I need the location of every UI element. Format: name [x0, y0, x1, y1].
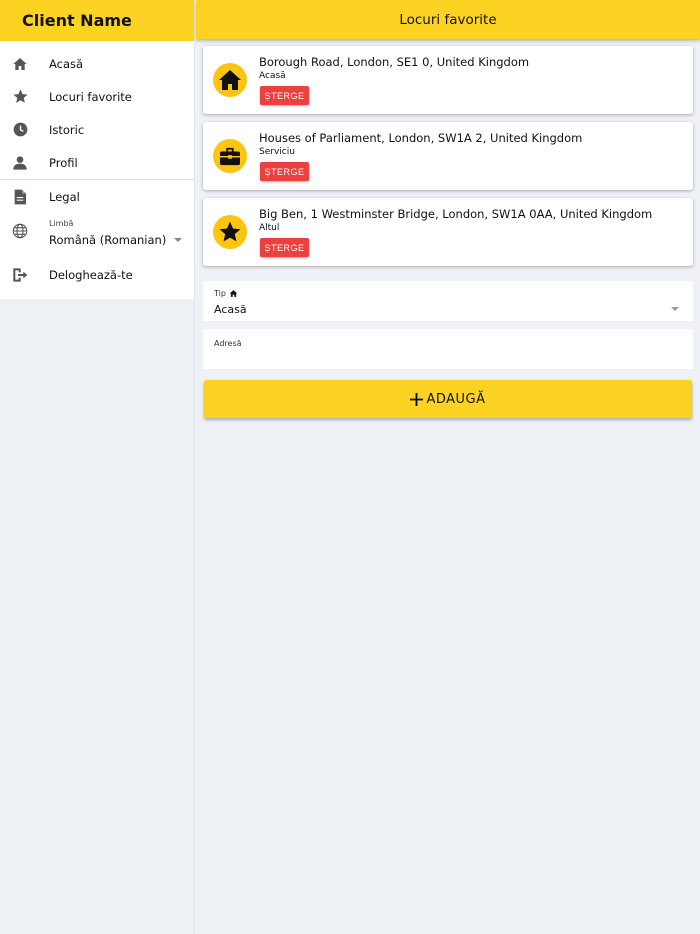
address-caption: Adresă — [214, 339, 242, 348]
sidebar-item-profile[interactable]: Profil — [0, 146, 194, 179]
favorite-address: Big Ben, 1 Westminster Bridge, London, S… — [259, 207, 653, 221]
clock-icon — [11, 121, 29, 139]
sidebar-item-label: Legal — [49, 189, 80, 204]
main-content: Locuri favorite Borough Road, London, SE… — [196, 0, 700, 934]
sidebar: Client Name Acasă Locuri favorite Istori… — [0, 0, 195, 934]
add-button[interactable]: ADAUGĂ — [204, 380, 692, 418]
home-icon — [229, 289, 238, 298]
favorite-type: Acasă — [259, 71, 286, 81]
type-caption-label: Tip — [214, 289, 226, 298]
language-caption: Limbă — [49, 219, 74, 228]
home-icon — [11, 55, 29, 73]
favorite-card: Borough Road, London, SE1 0, United King… — [203, 46, 693, 114]
star-icon — [213, 215, 247, 249]
sidebar-item-label: Locuri favorite — [49, 89, 132, 104]
sidebar-item-favorites[interactable]: Locuri favorite — [0, 80, 194, 113]
sidebar-item-label: Profil — [49, 155, 78, 170]
language-value: Română (Romanian) — [49, 233, 167, 247]
plus-icon — [410, 392, 424, 406]
favorite-card: Big Ben, 1 Westminster Bridge, London, S… — [203, 198, 693, 266]
delete-button[interactable]: ȘTERGE — [260, 238, 309, 257]
sidebar-item-label: Istoric — [49, 122, 85, 137]
delete-button[interactable]: ȘTERGE — [260, 86, 309, 105]
type-value: Acasă — [214, 303, 247, 316]
chevron-down-icon — [671, 307, 679, 311]
person-icon — [11, 154, 29, 172]
sidebar-item-label: Acasă — [49, 56, 84, 71]
briefcase-icon — [213, 139, 247, 173]
address-field[interactable]: Adresă — [203, 329, 693, 369]
favorite-address: Borough Road, London, SE1 0, United King… — [259, 55, 530, 69]
type-select[interactable]: Tip Acasă — [203, 281, 693, 321]
globe-icon — [11, 222, 29, 240]
sidebar-item-legal[interactable]: Legal — [0, 180, 194, 213]
favorite-type: Serviciu — [259, 147, 295, 157]
favorite-card: Houses of Parliament, London, SW1A 2, Un… — [203, 122, 693, 190]
sidebar-item-label: Deloghează-te — [49, 268, 133, 282]
delete-button[interactable]: ȘTERGE — [260, 162, 309, 181]
favorite-address: Houses of Parliament, London, SW1A 2, Un… — [259, 131, 583, 145]
document-icon — [11, 188, 29, 206]
chevron-down-icon — [174, 238, 182, 242]
language-select[interactable]: Limbă Română (Romanian) — [0, 213, 194, 257]
sidebar-menu: Acasă Locuri favorite Istoric Profil Leg… — [0, 41, 194, 299]
favorite-type: Altul — [259, 223, 280, 233]
page-title: Locuri favorite — [196, 0, 700, 39]
sidebar-title: Client Name — [0, 0, 194, 41]
add-button-label: ADAUGĂ — [426, 391, 486, 407]
logout-icon — [11, 266, 29, 284]
sidebar-item-logout[interactable]: Deloghează-te — [0, 257, 194, 293]
sidebar-item-home[interactable]: Acasă — [0, 47, 194, 80]
sidebar-item-history[interactable]: Istoric — [0, 113, 194, 146]
home-icon — [213, 63, 247, 97]
type-caption: Tip — [214, 289, 238, 298]
star-icon — [11, 88, 29, 106]
